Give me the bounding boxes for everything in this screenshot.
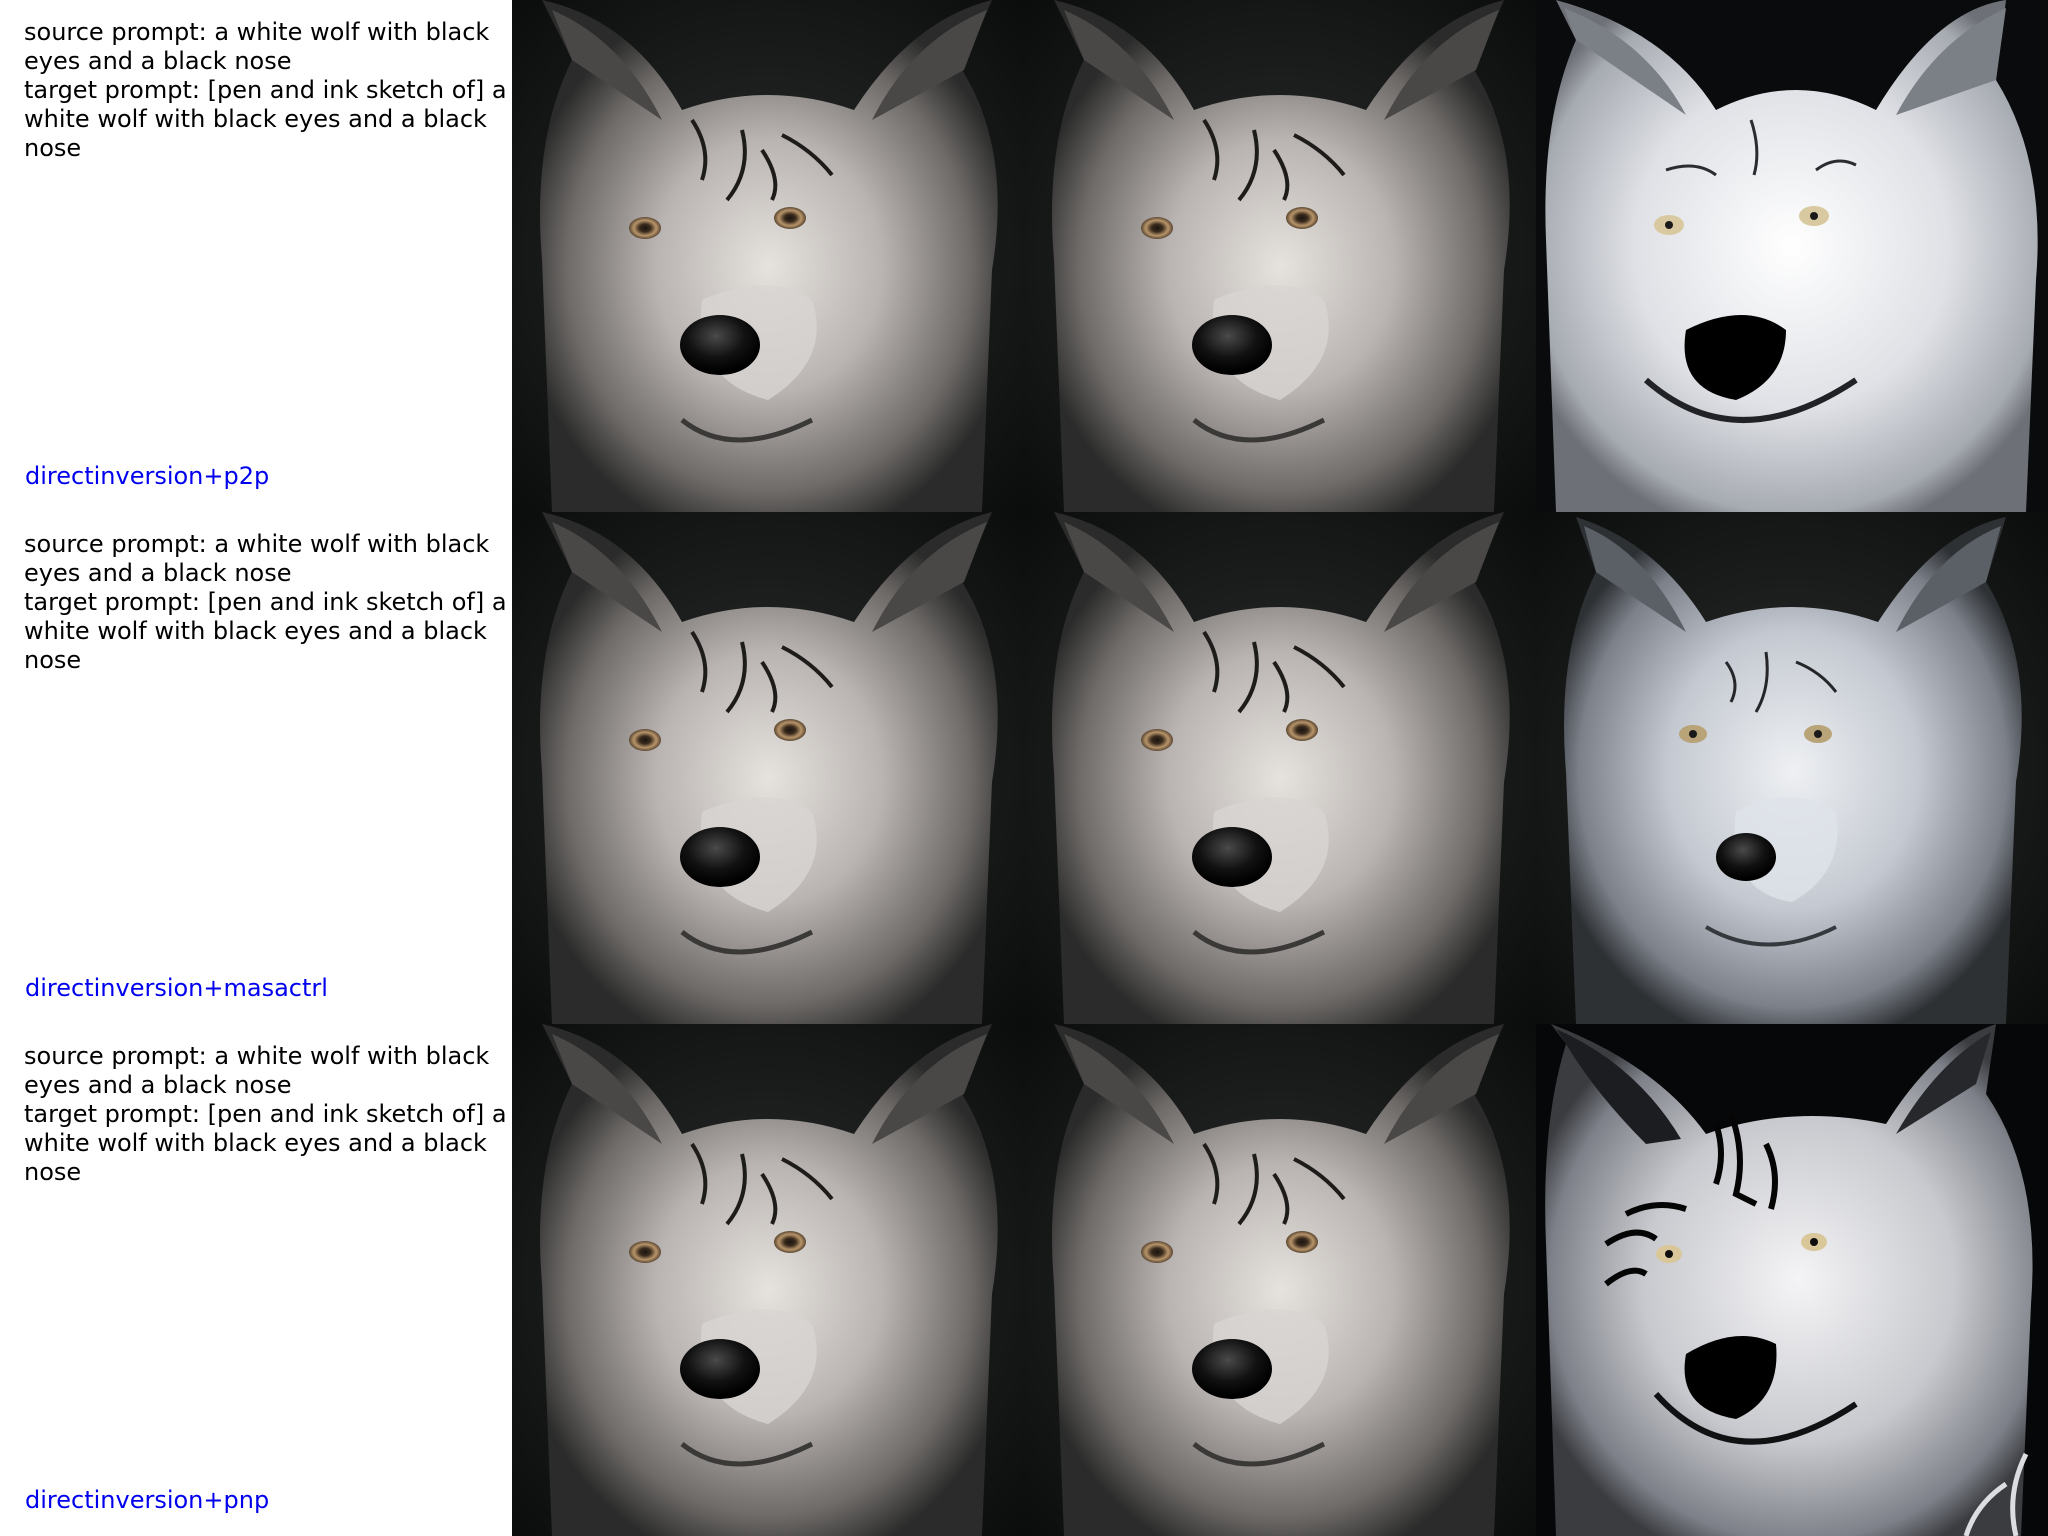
prompt-panel: source prompt: a white wolf with black e… [0,512,512,1024]
target-prompt: target prompt: [pen and ink sketch of] a… [24,76,507,162]
source-prompt: source prompt: a white wolf with black e… [24,530,490,587]
method-label: directinversion+p2p [25,462,270,490]
result-row: source prompt: a white wolf with black e… [0,512,2048,1024]
comparison-grid: source prompt: a white wolf with black e… [0,0,2048,1536]
wolf-photo-reconstruction [1024,0,1536,512]
wolf-photo-source [512,512,1024,1024]
method-label: directinversion+masactrl [25,974,328,1002]
edited-image [1536,0,2048,512]
method-label: directinversion+pnp [25,1486,270,1514]
result-row: source prompt: a white wolf with black e… [0,1024,2048,1536]
prompt-panel: source prompt: a white wolf with black e… [0,1024,512,1536]
wolf-edited-smooth [1536,0,2048,512]
prompt-text: source prompt: a white wolf with black e… [24,530,514,675]
reconstruction-image [1024,0,1536,512]
source-image [512,512,1024,1024]
edited-image [1536,1024,2048,1536]
edited-image [1536,512,2048,1024]
prompt-text: source prompt: a white wolf with black e… [24,18,514,163]
wolf-photo-source [512,0,1024,512]
target-prompt: target prompt: [pen and ink sketch of] a… [24,1100,507,1186]
source-image [512,0,1024,512]
source-prompt: source prompt: a white wolf with black e… [24,1042,490,1099]
target-prompt: target prompt: [pen and ink sketch of] a… [24,588,507,674]
wolf-edited-light [1536,512,2048,1024]
wolf-photo-reconstruction [1024,1024,1536,1536]
prompt-text: source prompt: a white wolf with black e… [24,1042,514,1187]
source-image [512,1024,1024,1536]
wolf-photo-source [512,1024,1024,1536]
reconstruction-image [1024,1024,1536,1536]
wolf-photo-reconstruction [1024,512,1536,1024]
result-row: source prompt: a white wolf with black e… [0,0,2048,512]
prompt-panel: source prompt: a white wolf with black e… [0,0,512,512]
reconstruction-image [1024,512,1536,1024]
source-prompt: source prompt: a white wolf with black e… [24,18,490,75]
wolf-edited-ink-sketch [1536,1024,2048,1536]
